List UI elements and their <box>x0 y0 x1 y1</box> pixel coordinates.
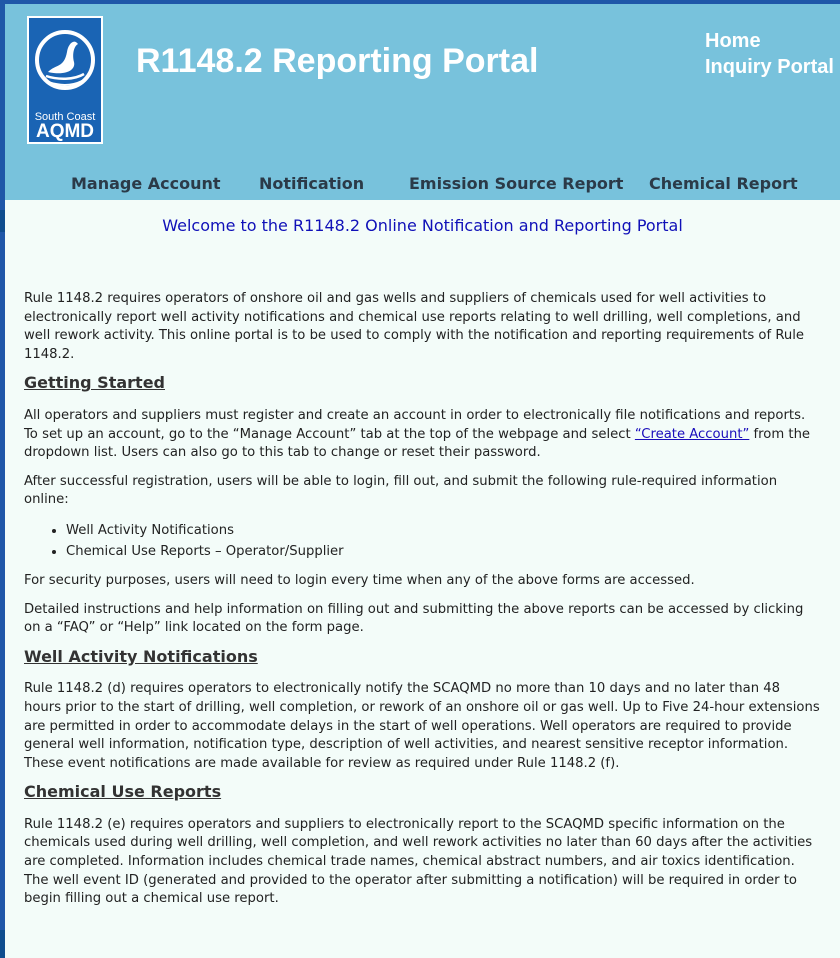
required-forms-list: Well Activity Notifications Chemical Use… <box>24 520 820 562</box>
home-link[interactable]: Home <box>705 28 834 54</box>
logo-emblem-icon <box>35 30 95 90</box>
site-header: South Coast AQMD R1148.2 Reporting Porta… <box>5 4 840 166</box>
well-activity-heading: Well Activity Notifications <box>24 646 258 666</box>
nav-emission-source-report[interactable]: Emission Source Report <box>409 174 623 193</box>
nav-notification[interactable]: Notification <box>259 174 364 193</box>
portal-page: South Coast AQMD R1148.2 Reporting Porta… <box>5 4 840 958</box>
security-paragraph: For security purposes, users will need t… <box>24 572 695 588</box>
registration-paragraph: After successful registration, users wil… <box>24 473 778 508</box>
help-paragraph: Detailed instructions and help informati… <box>24 601 804 636</box>
main-content: Rule 1148.2 requires operators of onshor… <box>24 290 820 919</box>
getting-started-paragraph: All operators and suppliers must registe… <box>24 407 820 463</box>
getting-started-heading: Getting Started <box>24 373 165 393</box>
logo-text-aqmd: AQMD <box>35 121 95 142</box>
intro-paragraph: Rule 1148.2 requires operators of onshor… <box>24 291 805 362</box>
south-coast-aqmd-logo[interactable]: South Coast AQMD <box>27 16 103 144</box>
list-item: Well Activity Notifications <box>66 520 820 541</box>
page-title: R1148.2 Reporting Portal <box>136 42 539 80</box>
welcome-heading: Welcome to the R1148.2 Online Notificati… <box>162 216 683 235</box>
well-activity-paragraph: Rule 1148.2 (d) requires operators to el… <box>24 681 820 771</box>
inquiry-portal-link[interactable]: Inquiry Portal <box>705 54 834 80</box>
main-nav: Manage Account Notification Emission Sou… <box>5 166 840 200</box>
nav-manage-account[interactable]: Manage Account <box>71 174 221 193</box>
list-item: Chemical Use Reports – Operator/Supplier <box>66 541 820 562</box>
chemical-use-paragraph: Rule 1148.2 (e) requires operators and s… <box>24 816 813 907</box>
create-account-link[interactable]: “Create Account” <box>635 427 749 442</box>
header-links: Home Inquiry Portal <box>705 28 834 80</box>
chemical-use-heading: Chemical Use Reports <box>24 782 222 802</box>
nav-chemical-report[interactable]: Chemical Report <box>649 174 798 193</box>
